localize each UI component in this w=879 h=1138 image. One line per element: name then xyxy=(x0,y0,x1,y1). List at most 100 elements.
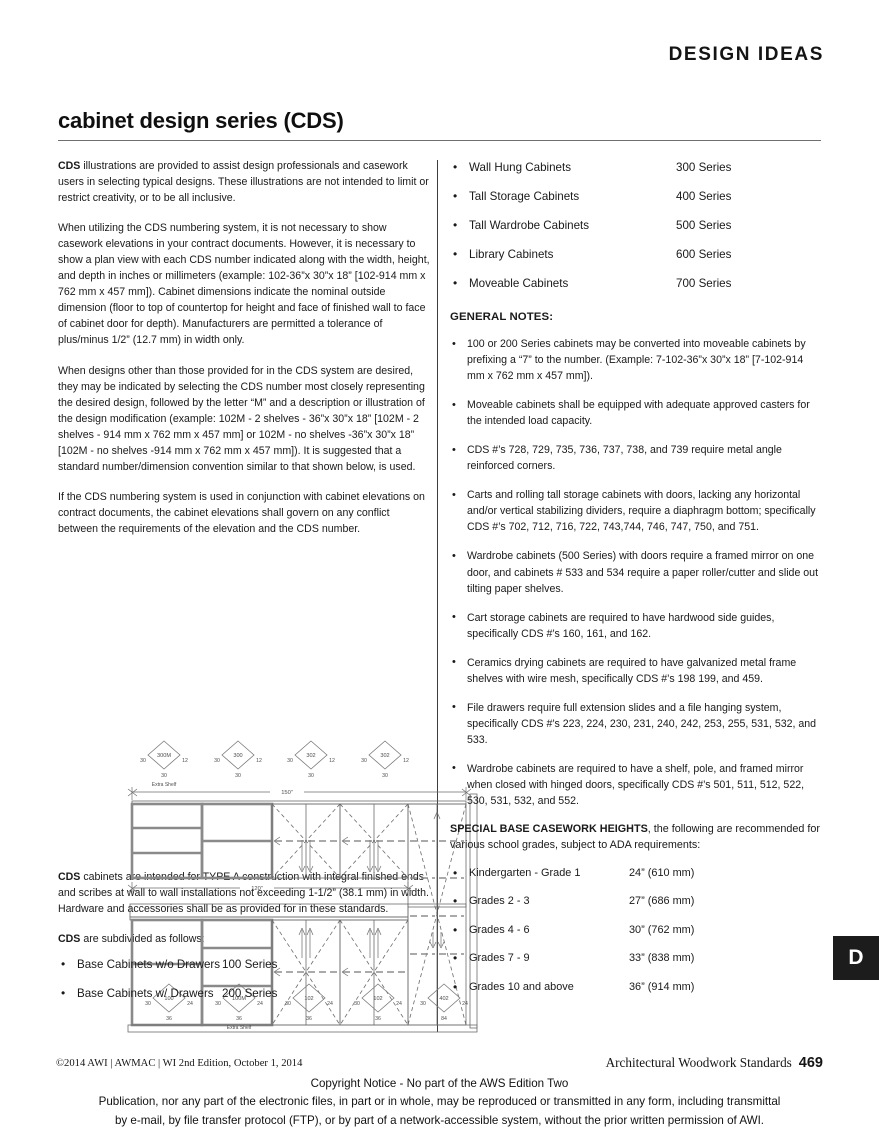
svg-text:12: 12 xyxy=(329,758,335,764)
svg-text:36: 36 xyxy=(375,1016,381,1022)
base-series-list: Base Cabinets w/o Drawers100 Series Base… xyxy=(58,957,430,1015)
footer-standard: Architectural Woodwork Standards 469 xyxy=(606,1055,823,1071)
cds-lead-2: CDS xyxy=(58,870,81,883)
svg-text:36: 36 xyxy=(166,1016,172,1022)
list-item: Wardrobe cabinets (500 Series) with door… xyxy=(450,548,822,596)
svg-text:36: 36 xyxy=(306,1016,312,1022)
list-item: Cart storage cabinets are required to ha… xyxy=(450,609,822,642)
list-item: Base Cabinets w/ Drawers 200 Series xyxy=(58,986,430,1015)
heading-divider xyxy=(58,140,821,141)
general-notes-list: 100 or 200 Series cabinets may be conver… xyxy=(450,335,822,809)
svg-text:12: 12 xyxy=(182,758,188,764)
right-column: Wall Hung Cabinets 300 Series Tall Storag… xyxy=(450,158,822,1008)
document-page: DESIGN IDEAS cabinet design series (CDS)… xyxy=(0,0,879,1138)
series-label: Wall Hung Cabinets xyxy=(469,161,572,174)
cabinet-series-list: Wall Hung Cabinets 300 Series Tall Storag… xyxy=(450,160,822,305)
svg-text:120”: 120” xyxy=(251,886,263,892)
footer-edition: ©2014 AWI | AWMAC | WI 2nd Edition, Octo… xyxy=(56,1058,303,1069)
upper-tag-300M: 300M 30 12 30 Extra Shelf xyxy=(140,740,188,788)
series-label: Library Cabinets xyxy=(469,248,554,261)
series-value: 500 Series xyxy=(676,219,732,232)
grade-height: 30” (762 mm) xyxy=(629,923,695,936)
grade-label: Grades 2 - 3 xyxy=(469,895,530,908)
series-label: Tall Storage Cabinets xyxy=(469,190,580,203)
series-label: Tall Wardrobe Cabinets xyxy=(469,219,590,232)
page-title: cabinet design series (CDS) xyxy=(58,108,344,133)
list-item: Ceramics drying cabinets are required to… xyxy=(450,654,822,687)
upper-tag-302-b: 302 30 12 30 xyxy=(361,740,409,779)
svg-text:302: 302 xyxy=(380,753,389,759)
special-heights-heading: SPECIAL BASE CASEWORK HEIGHTS, the follo… xyxy=(450,822,822,854)
grade-height: 36” (914 mm) xyxy=(629,980,695,993)
svg-text:Extra Shelf: Extra Shelf xyxy=(227,1025,252,1031)
grade-label: Grades 7 - 9 xyxy=(469,952,530,965)
special-heights-title: SPECIAL BASE CASEWORK HEIGHTS xyxy=(450,823,648,836)
svg-text:30: 30 xyxy=(287,758,293,764)
cds-lead-3: CDS xyxy=(58,933,81,946)
svg-text:30: 30 xyxy=(214,758,220,764)
upper-tag-300: 300 30 12 30 xyxy=(214,740,262,779)
svg-text:300M: 300M xyxy=(157,753,171,759)
list-item: Carts and rolling tall storage cabinets … xyxy=(450,487,822,535)
series-value: 100 Series xyxy=(222,958,278,972)
dimension-120: 120” xyxy=(127,882,414,895)
grade-label: Kindergarten - Grade 1 xyxy=(469,866,581,879)
series-label: Moveable Cabinets xyxy=(469,277,569,290)
paragraph-numbering-system: When utilizing the CDS numbering system,… xyxy=(58,222,430,347)
list-item: Tall Storage Cabinets 400 Series xyxy=(450,189,822,218)
grade-height: 33” (838 mm) xyxy=(629,952,695,965)
svg-text:30: 30 xyxy=(161,773,167,779)
copyright-line-1: Copyright Notice - No part of the AWS Ed… xyxy=(310,1077,569,1090)
casework-heights-list: Kindergarten - Grade 1 24” (610 mm) Grade… xyxy=(450,866,822,1009)
svg-text:30: 30 xyxy=(361,758,367,764)
paragraph-modifications: When designs other than those provided f… xyxy=(58,364,425,473)
grade-label: Grades 4 - 6 xyxy=(469,923,530,936)
svg-text:Extra Shelf: Extra Shelf xyxy=(152,782,177,788)
series-label: Base Cabinets w/o Drawers xyxy=(77,958,221,972)
series-value: 200 Series xyxy=(222,987,278,1001)
series-value: 600 Series xyxy=(676,248,732,261)
copyright-notice: Copyright Notice - No part of the AWS Ed… xyxy=(0,1075,879,1130)
svg-text:30: 30 xyxy=(140,758,146,764)
svg-text:30: 30 xyxy=(308,773,314,779)
list-item: Wall Hung Cabinets 300 Series xyxy=(450,160,822,189)
list-item: Library Cabinets 600 Series xyxy=(450,247,822,276)
list-item: CDS #’s 728, 729, 735, 736, 737, 738, an… xyxy=(450,442,822,474)
list-item: Grades 2 - 3 27” (686 mm) xyxy=(450,894,822,923)
list-item: Grades 7 - 9 33” (838 mm) xyxy=(450,951,822,980)
page-number: 469 xyxy=(798,1055,823,1071)
list-item: Grades 10 and above 36” (914 mm) xyxy=(450,980,822,1009)
list-item: Base Cabinets w/o Drawers100 Series xyxy=(58,957,430,986)
list-item: Kindergarten - Grade 1 24” (610 mm) xyxy=(450,866,822,895)
copyright-line-2: Publication, nor any part of the electro… xyxy=(98,1095,781,1109)
svg-text:12: 12 xyxy=(403,758,409,764)
general-notes-heading: GENERAL NOTES: xyxy=(450,311,554,323)
footer-standard-title: Architectural Woodwork Standards xyxy=(605,1055,792,1070)
svg-text:36: 36 xyxy=(236,1016,242,1022)
svg-text:402: 402 xyxy=(439,996,448,1002)
svg-text:84: 84 xyxy=(441,1016,447,1022)
series-value: 700 Series xyxy=(676,277,732,290)
grade-label: Grades 10 and above xyxy=(469,980,574,993)
section-tab-d: D xyxy=(833,936,879,980)
series-label: Base Cabinets w/ Drawers xyxy=(77,987,214,1001)
series-value: 300 Series xyxy=(676,161,732,174)
svg-text:302: 302 xyxy=(306,753,315,759)
grade-height: 24” (610 mm) xyxy=(629,866,695,879)
series-value: 400 Series xyxy=(676,190,732,203)
list-item: Grades 4 - 6 30” (762 mm) xyxy=(450,923,822,952)
list-item: Moveable cabinets shall be equipped with… xyxy=(450,397,822,429)
dimension-150: 150” xyxy=(127,787,472,800)
svg-text:300: 300 xyxy=(233,753,242,759)
paragraph-elevations: If the CDS numbering system is used in c… xyxy=(58,490,425,535)
copyright-line-3: by e-mail, by file transfer protocol (FT… xyxy=(114,1113,765,1127)
list-item: Moveable Cabinets 700 Series xyxy=(450,276,822,305)
list-item: Wardrobe cabinets are required to have a… xyxy=(450,760,822,809)
svg-text:12: 12 xyxy=(256,758,262,764)
left-column: CDS illustrations are provided to assist… xyxy=(58,158,478,1033)
svg-text:30: 30 xyxy=(235,773,241,779)
paragraph-intro: CDS illustrations are provided to assist… xyxy=(58,158,430,206)
grade-height: 27” (686 mm) xyxy=(629,895,695,908)
cds-lead-1: CDS xyxy=(58,160,81,172)
list-item: 100 or 200 Series cabinets may be conver… xyxy=(450,335,822,384)
